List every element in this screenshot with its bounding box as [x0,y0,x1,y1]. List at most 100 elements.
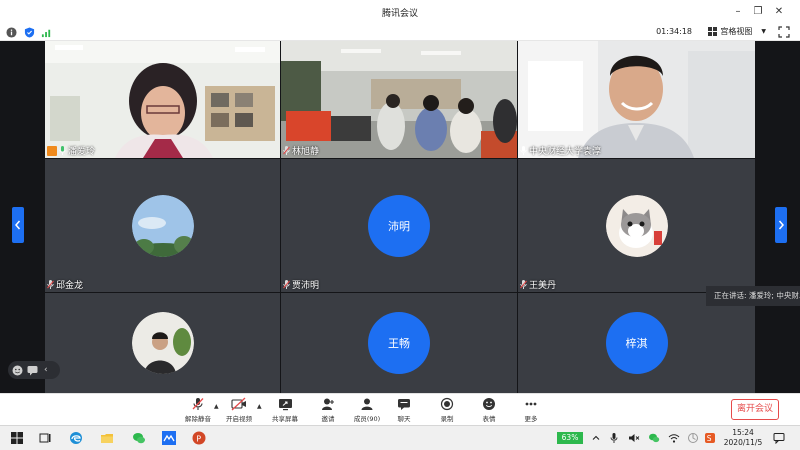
more-dots-icon [525,402,537,406]
video-feed-bright-room [518,41,755,158]
clock-time: 15:24 [732,428,754,437]
windows-taskbar: P 63% S 15:24 2020/11/5 [0,425,800,450]
security-shield-icon[interactable] [24,27,35,38]
system-clock[interactable]: 15:24 2020/11/5 [720,428,766,448]
host-icon [47,145,57,156]
participant-tile[interactable]: 王美丹 [518,159,755,292]
smiley-icon [483,398,495,410]
task-view-icon[interactable] [38,431,52,445]
video-grid: 潘爱玲 林旭静 中央财经大学袁淳 邱金龙 沛明 贾沛明 王美丹 王畅 梓淇 [0,41,800,393]
person-photo-avatar-icon [131,312,194,374]
close-icon[interactable]: ✕ [772,5,786,19]
volume-muted-icon[interactable] [628,432,640,444]
audio-options-caret-icon[interactable]: ▲ [214,403,219,410]
chat-icon [398,399,410,410]
meeting-info-bar: 01:34:18 宫格视图 ▼ [0,24,800,41]
participant-name-label: 王美丹 [520,278,556,291]
minimize-icon[interactable]: – [731,5,745,19]
members-button[interactable]: 成员(90) [350,397,384,423]
grid-view-icon [708,27,718,36]
chat-bubble-icon[interactable] [27,365,38,376]
view-mode-selector[interactable]: 宫格视图 ▼ [708,26,766,37]
mic-muted-icon [192,398,204,410]
wifi-icon[interactable] [668,432,680,444]
invite-user-icon [322,398,334,410]
restore-icon[interactable]: ❐ [751,5,765,19]
invite-button[interactable]: 邀请 [311,397,345,423]
next-page-button[interactable] [775,207,787,243]
video-feed-classroom [281,41,517,158]
clock-date: 2020/11/5 [723,438,763,447]
participant-tile[interactable]: 王畅 [281,293,517,393]
signal-strength-icon [41,29,51,38]
wechat-icon[interactable] [132,431,146,445]
chevron-right-icon [778,220,784,230]
mic-muted-icon [520,280,527,289]
meeting-toolbar: 解除静音 ▲ 开启视频 ▲ 共享屏幕 邀请 成员(90) 聊天 录制 表情 更多… [0,393,800,425]
initials-avatar: 梓淇 [605,312,668,374]
mini-control-pill[interactable]: ‹ [8,361,60,379]
participant-tile[interactable] [45,293,280,393]
svg-text:S: S [707,434,712,443]
mic-on-icon [520,146,527,155]
notification-center-icon[interactable] [773,432,785,444]
info-icon[interactable] [6,27,17,38]
initials-avatar: 沛明 [368,194,430,257]
video-options-caret-icon[interactable]: ▲ [257,403,262,410]
input-method-icon[interactable]: S [704,432,716,444]
prev-page-button[interactable] [12,207,24,243]
title-bar: 腾讯会议 – ❐ ✕ [0,0,800,24]
share-screen-button[interactable]: 共享屏幕 [268,397,302,423]
emoji-icon[interactable] [12,365,23,376]
window-title: 腾讯会议 [381,9,418,19]
battery-indicator[interactable]: 63% [557,432,583,444]
mic-on-icon [59,146,66,155]
camera-off-icon [231,397,246,411]
speaking-indicator: 正在讲话: 潘爱玲; 中央财... [706,286,800,306]
video-feed-office [45,41,280,158]
participant-name-label: 贾沛明 [283,278,319,291]
mic-muted-icon [47,280,54,289]
sync-tray-icon[interactable] [687,432,699,444]
unmute-button[interactable]: 解除静音 [181,397,215,423]
leave-meeting-button[interactable]: 离开会议 [731,399,779,420]
powerpoint-icon[interactable]: P [192,431,206,445]
edge-browser-icon[interactable] [69,431,83,445]
wechat-tray-icon[interactable] [648,432,660,444]
participant-name-label: 林旭静 [283,144,319,157]
participant-tile[interactable]: 梓淇 [518,293,755,393]
participant-tile[interactable]: 潘爱玲 [45,41,280,158]
record-button[interactable]: 录制 [430,397,464,423]
participant-name-label: 潘爱玲 [47,144,95,157]
participant-name-label: 邱金龙 [47,278,83,291]
participant-tile[interactable]: 沛明 贾沛明 [281,159,517,292]
record-icon [440,397,454,411]
kitten-avatar-icon [605,194,668,257]
members-icon [361,398,373,410]
chat-button[interactable]: 聊天 [387,397,421,423]
chevron-left-icon[interactable]: ‹ [44,365,48,375]
chevron-up-icon[interactable] [590,432,602,444]
chevron-down-icon: ▼ [761,28,766,35]
start-video-button[interactable]: 开启视频 [222,397,256,423]
svg-text:P: P [196,434,201,443]
participant-tile[interactable]: 邱金龙 [45,159,280,292]
participant-name-label: 中央财经大学袁淳 [520,144,601,157]
fullscreen-icon[interactable] [778,26,790,38]
tencent-meeting-icon[interactable] [162,431,176,445]
mic-muted-icon [283,280,290,289]
participant-tile[interactable]: 林旭静 [281,41,517,158]
initials-avatar: 王畅 [368,312,430,374]
microphone-tray-icon[interactable] [608,432,620,444]
chevron-left-icon [15,220,21,230]
sky-trees-avatar-icon [131,194,194,257]
participant-tile[interactable]: 中央财经大学袁淳 [518,41,755,158]
more-button[interactable]: 更多 [514,397,548,423]
view-mode-label: 宫格视图 [720,27,753,36]
meeting-timer: 01:34:18 [656,27,692,36]
mic-muted-icon [283,146,290,155]
windows-start-icon[interactable] [10,431,24,445]
file-explorer-icon[interactable] [100,431,114,445]
reactions-button[interactable]: 表情 [472,397,506,423]
share-screen-icon [278,399,292,411]
